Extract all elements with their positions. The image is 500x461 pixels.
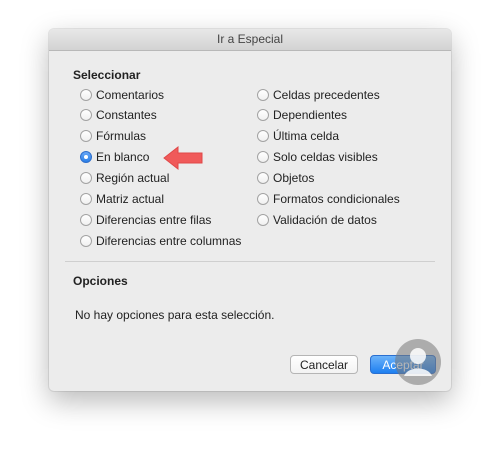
option-label: Formatos condicionales bbox=[273, 192, 400, 206]
radio-button[interactable] bbox=[257, 109, 269, 121]
radio-button[interactable] bbox=[257, 130, 269, 142]
radio-button[interactable] bbox=[80, 214, 92, 226]
option-label: Comentarios bbox=[96, 88, 165, 102]
option-label: Fórmulas bbox=[96, 129, 147, 143]
option-objetos[interactable]: Objetos bbox=[257, 170, 314, 186]
option-ultima-celda[interactable]: Última celda bbox=[257, 128, 339, 144]
logo-icon bbox=[395, 339, 441, 385]
option-label: Objetos bbox=[273, 171, 315, 185]
option-label: Diferencias entre filas bbox=[96, 213, 212, 227]
options-section-title: Opciones bbox=[73, 274, 128, 288]
option-formulas[interactable]: Fórmulas bbox=[80, 128, 146, 144]
radio-button[interactable] bbox=[257, 214, 269, 226]
option-label: Dependientes bbox=[273, 108, 348, 122]
option-label: Matriz actual bbox=[96, 192, 165, 206]
option-dependientes[interactable]: Dependientes bbox=[257, 107, 347, 123]
section-divider bbox=[65, 261, 435, 262]
radio-button[interactable] bbox=[80, 235, 92, 247]
radio-button[interactable] bbox=[80, 109, 92, 121]
option-diferencias-filas[interactable]: Diferencias entre filas bbox=[80, 212, 211, 228]
radio-button[interactable] bbox=[80, 172, 92, 184]
options-message: No hay opciones para esta selección. bbox=[75, 308, 275, 322]
option-comentarios[interactable]: Comentarios bbox=[80, 87, 164, 103]
cancel-button[interactable]: Cancelar bbox=[290, 355, 358, 374]
radio-button[interactable] bbox=[257, 89, 269, 101]
option-validacion-datos[interactable]: Validación de datos bbox=[257, 212, 377, 228]
option-matriz-actual[interactable]: Matriz actual bbox=[80, 191, 164, 207]
option-constantes[interactable]: Constantes bbox=[80, 107, 157, 123]
option-label: Validación de datos bbox=[273, 213, 377, 227]
radio-button[interactable] bbox=[80, 130, 92, 142]
option-solo-celdas-visibles[interactable]: Solo celdas visibles bbox=[257, 149, 378, 165]
option-label: Última celda bbox=[273, 129, 340, 143]
radio-button[interactable] bbox=[257, 151, 269, 163]
option-en-blanco[interactable]: En blanco bbox=[80, 149, 149, 165]
option-celdas-precedentes[interactable]: Celdas precedentes bbox=[257, 87, 380, 103]
select-section-title: Seleccionar bbox=[73, 68, 141, 82]
option-label: Constantes bbox=[96, 108, 157, 122]
option-region-actual[interactable]: Región actual bbox=[80, 170, 169, 186]
dialog-title: Ir a Especial bbox=[49, 29, 451, 51]
red-arrow-icon bbox=[163, 145, 203, 171]
option-label: En blanco bbox=[96, 150, 150, 164]
radio-button-selected[interactable] bbox=[80, 151, 92, 163]
go-to-special-dialog: Ir a Especial Seleccionar Comentarios Co… bbox=[49, 29, 451, 391]
radio-button[interactable] bbox=[80, 89, 92, 101]
option-formatos-condicionales[interactable]: Formatos condicionales bbox=[257, 191, 400, 207]
radio-button[interactable] bbox=[257, 172, 269, 184]
option-label: Diferencias entre columnas bbox=[96, 234, 242, 248]
option-diferencias-columnas[interactable]: Diferencias entre columnas bbox=[80, 233, 241, 249]
option-label: Celdas precedentes bbox=[273, 88, 380, 102]
radio-button[interactable] bbox=[257, 193, 269, 205]
option-label: Solo celdas visibles bbox=[273, 150, 378, 164]
radio-button[interactable] bbox=[80, 193, 92, 205]
option-label: Región actual bbox=[96, 171, 170, 185]
